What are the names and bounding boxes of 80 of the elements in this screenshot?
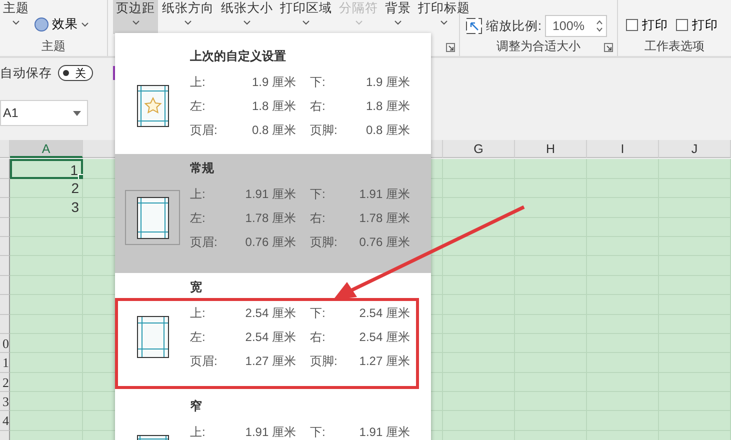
autosave-toggle[interactable]: 关 (58, 65, 93, 81)
table-cell[interactable]: 3 (10, 198, 83, 218)
row-header[interactable] (0, 295, 10, 315)
row-header[interactable]: 2 (0, 372, 10, 392)
table-cell[interactable] (10, 236, 83, 256)
row-header[interactable] (0, 236, 10, 256)
ribbon-button[interactable]: 纸张方向 (159, 0, 217, 34)
chevron-icon (132, 20, 140, 25)
row-header[interactable]: 0 (0, 334, 10, 354)
table-cell[interactable] (10, 372, 83, 392)
column-header[interactable]: H (515, 140, 587, 158)
row-header[interactable] (0, 314, 10, 334)
chevron-icon (12, 20, 20, 25)
margin-preset-item[interactable]: 上次的自定义设置 上: 1.9 厘米 下: 1.9 厘米 左: 1.8 厘米 右: 1.8 厘米 页眉: 0.8 厘米 页脚: 0.8 厘米 (115, 42, 431, 154)
chevron-icon (440, 20, 448, 25)
autosave-label: 自动保存 (0, 64, 52, 82)
group-label: 工作表选项 (644, 38, 706, 55)
table-cell[interactable] (10, 276, 83, 296)
margin-preset-item[interactable]: 窄 上: 1.91 厘米 下: 1.91 厘米 (115, 392, 431, 440)
row-header[interactable]: 3 (0, 392, 10, 412)
table-cell[interactable] (587, 159, 659, 179)
dialog-launcher-icon[interactable] (446, 43, 455, 52)
ribbon-button[interactable]: 背景 (382, 0, 414, 34)
table-cell[interactable] (659, 159, 731, 179)
page-margins-icon (136, 316, 168, 358)
effects-button[interactable]: 效果 (32, 14, 91, 34)
table-cell[interactable] (10, 295, 83, 315)
row-header[interactable] (0, 178, 10, 198)
ribbon-button[interactable]: 打印区域 (277, 0, 335, 34)
print-checkbox[interactable]: 打印 (676, 12, 718, 38)
table-cell[interactable] (515, 198, 587, 218)
scale-icon (466, 18, 482, 34)
table-cell[interactable] (443, 236, 515, 256)
table-cell[interactable] (10, 334, 83, 354)
group-label: 主题 (40, 38, 66, 55)
name-box[interactable]: A1 (0, 100, 88, 126)
table-cell[interactable] (515, 159, 587, 179)
column-header[interactable]: I (587, 140, 659, 158)
scale-input[interactable]: 100% (545, 15, 608, 37)
circle-icon (34, 16, 49, 32)
page-margins-icon (136, 84, 168, 126)
table-cell[interactable]: 1 (10, 159, 83, 179)
chevron-icon (184, 20, 192, 25)
page-margins-icon (136, 196, 168, 238)
table-cell[interactable] (10, 411, 83, 431)
print-checkbox[interactable]: 打印 (626, 12, 668, 38)
column-header[interactable]: G (443, 140, 515, 158)
spinner-icon[interactable] (596, 19, 604, 33)
table-cell[interactable] (443, 198, 515, 218)
row-header[interactable] (0, 198, 10, 218)
theme-button[interactable]: 主题 (0, 0, 32, 34)
column-header[interactable]: A (10, 140, 83, 158)
column-header[interactable]: J (659, 140, 731, 158)
table-cell[interactable] (10, 392, 83, 412)
dropdown-icon (73, 110, 81, 116)
chevron-icon (394, 20, 402, 25)
ribbon-button[interactable]: 页边距 (113, 0, 158, 34)
chevron-icon (302, 20, 310, 25)
group-label: 调整为合适大小 (496, 38, 582, 55)
row-header[interactable] (0, 256, 10, 276)
table-cell[interactable] (10, 218, 83, 237)
table-cell[interactable] (10, 353, 83, 373)
scale-label: 缩放比例: (486, 18, 542, 34)
margin-preset-item[interactable]: 宽 上: 2.54 厘米 下: 2.54 厘米 左: 2.54 厘米 右: 2.54 厘米 页眉: 1.27 厘米 页脚: 1.27 厘米 (115, 273, 431, 392)
row-header[interactable] (0, 276, 10, 296)
row-header[interactable]: 1 (0, 353, 10, 373)
table-cell[interactable]: 2 (10, 178, 83, 198)
chevron-icon (81, 22, 89, 26)
row-header[interactable]: 4 (0, 411, 10, 431)
margin-preset-item[interactable]: 常规 上: 1.91 厘米 下: 1.91 厘米 左: 1.78 厘米 右: 1.78 厘米 页眉: 0.76 厘米 页脚: 0.76 厘米 (115, 154, 431, 273)
table-cell[interactable] (10, 314, 83, 334)
chevron-icon (354, 20, 362, 25)
row-header[interactable] (0, 159, 10, 179)
dialog-launcher-icon[interactable] (604, 43, 613, 52)
table-cell[interactable] (10, 256, 83, 276)
chevron-icon (243, 20, 251, 25)
table-cell[interactable] (443, 159, 515, 179)
row-header[interactable] (0, 218, 10, 237)
select-all-corner[interactable] (0, 140, 10, 158)
ribbon-button[interactable]: 纸张大小 (218, 0, 276, 34)
